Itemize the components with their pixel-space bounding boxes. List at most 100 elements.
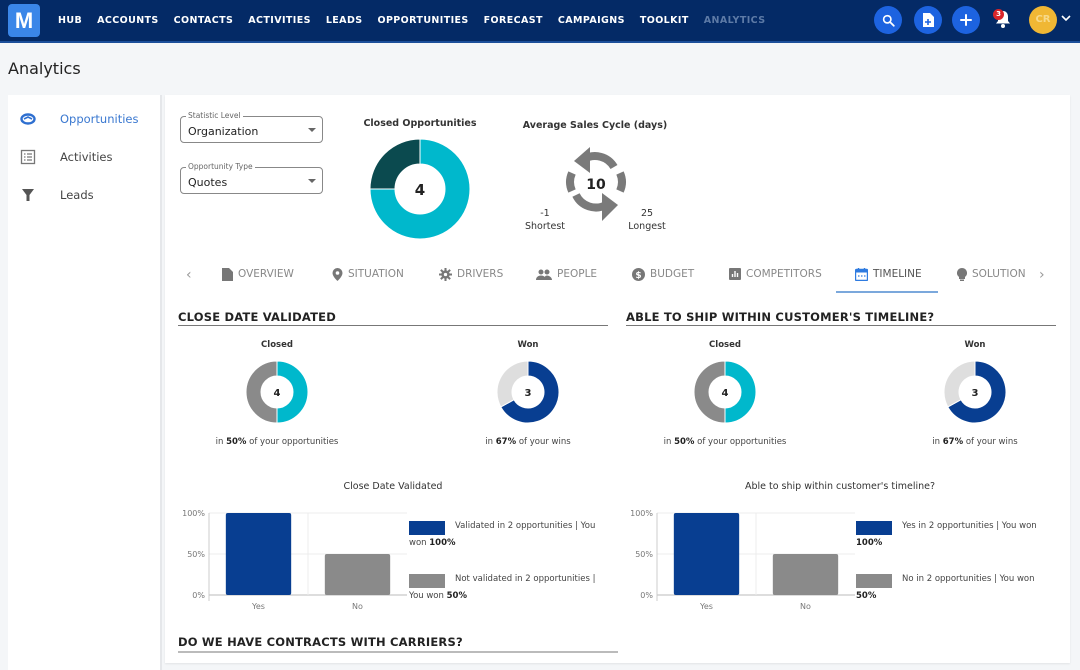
section-heading-ship-timeline: ABLE TO SHIP WITHIN CUSTOMER'S TIMELINE? bbox=[626, 310, 935, 324]
closed-donut-caption: in 50% of your opportunities bbox=[187, 437, 367, 447]
tab-solution[interactable]: SOLUTION bbox=[957, 257, 1026, 291]
y-tick-label: 100% bbox=[182, 509, 205, 518]
statistic-level-label: Statistic Level bbox=[186, 111, 243, 120]
caption-suffix: of your wins bbox=[516, 437, 571, 447]
shortest-label: Shortest bbox=[524, 221, 565, 232]
caption-percent: 50% bbox=[226, 437, 247, 447]
opportunity-type-select[interactable]: Opportunity Type Quotes bbox=[180, 162, 323, 194]
map-pin-icon bbox=[332, 267, 343, 281]
nav-hub[interactable]: HUB bbox=[58, 15, 82, 26]
nav-contacts[interactable]: CONTACTS bbox=[174, 15, 234, 26]
tab-situation[interactable]: SITUATION bbox=[332, 257, 404, 291]
nav-accounts[interactable]: ACCOUNTS bbox=[97, 15, 159, 26]
notification-badge: 3 bbox=[993, 9, 1004, 20]
tab-timeline[interactable]: TIMELINE bbox=[855, 257, 922, 291]
nav-campaigns[interactable]: CAMPAIGNS bbox=[558, 15, 625, 26]
closed-donut-value: 4 bbox=[722, 388, 729, 399]
user-avatar[interactable]: CR bbox=[1029, 6, 1057, 34]
avg-sales-cycle-value: 10 bbox=[586, 177, 606, 193]
section-heading-close-date: CLOSE DATE VALIDATED bbox=[178, 310, 336, 324]
closed-opportunities-title: Closed Opportunities bbox=[363, 118, 477, 129]
analytics-tabs: OVERVIEW SITUATION DRIVERS PEOPLE $ BUDG… bbox=[165, 257, 1070, 291]
tab-competitors[interactable]: COMPETITORS bbox=[729, 257, 822, 291]
statistic-level-select[interactable]: Statistic Level Organization bbox=[180, 111, 323, 143]
sidebar-item-label: Leads bbox=[60, 188, 94, 202]
statistic-level-value: Organization bbox=[188, 125, 259, 138]
opportunity-type-label: Opportunity Type bbox=[186, 162, 255, 171]
new-document-icon bbox=[923, 13, 934, 27]
legend-text: No in 2 opportunities | You won bbox=[902, 574, 1035, 584]
longest-value: 25 bbox=[640, 208, 654, 219]
search-button[interactable] bbox=[874, 6, 902, 34]
won-donut-caption: in 67% of your wins bbox=[885, 437, 1065, 447]
sidebar-item-activities[interactable]: Activities bbox=[8, 144, 158, 170]
list-icon bbox=[20, 149, 36, 165]
donut-segment-lost bbox=[369, 138, 421, 190]
nav-activities[interactable]: ACTIVITIES bbox=[248, 15, 311, 26]
closed-donut-caption: in 50% of your opportunities bbox=[635, 437, 815, 447]
analytics-panel: Statistic Level Organization Opportunity… bbox=[165, 95, 1070, 663]
app-logo[interactable]: M bbox=[8, 4, 40, 37]
tab-label: SOLUTION bbox=[972, 268, 1026, 280]
closed-opportunities-donut: 4 bbox=[369, 138, 471, 240]
tab-budget[interactable]: $ BUDGET bbox=[632, 257, 694, 291]
closed-donut-chart: 4 bbox=[693, 360, 757, 424]
caption-percent: 67% bbox=[495, 437, 517, 447]
bar-no bbox=[324, 554, 391, 595]
closed-opportunities-value: 4 bbox=[415, 181, 425, 199]
legend-item-no: Not validated in 2 opportunities | You w… bbox=[409, 571, 609, 605]
tab-overview[interactable]: OVERVIEW bbox=[222, 257, 294, 291]
nav-forecast[interactable]: FORECAST bbox=[484, 15, 543, 26]
donut-segment-other bbox=[496, 360, 529, 408]
tab-label: BUDGET bbox=[650, 268, 695, 280]
caret-down-icon bbox=[308, 128, 316, 132]
gear-icon bbox=[439, 267, 452, 281]
opportunity-type-value: Quotes bbox=[188, 176, 228, 189]
tabs-scroll-right-button[interactable]: › bbox=[1039, 267, 1045, 283]
funnel-icon bbox=[22, 189, 34, 201]
close-date-bar-chart: 0% 50% 100% Yes No bbox=[182, 509, 407, 611]
legend-percent: 50% bbox=[446, 591, 467, 601]
caption-suffix: of your opportunities bbox=[694, 437, 787, 447]
legend-item-yes: Validated in 2 opportunities | You won 1… bbox=[409, 518, 609, 552]
main-nav: HUB ACCOUNTS CONTACTS ACTIVITIES LEADS O… bbox=[58, 0, 780, 40]
donut-segment-other bbox=[693, 360, 726, 424]
bar-chart-title: Able to ship within customer's timeline? bbox=[744, 481, 936, 492]
tab-label: OVERVIEW bbox=[238, 268, 294, 280]
won-donut-caption: in 67% of your wins bbox=[438, 437, 618, 447]
legend-item-yes: Yes in 2 opportunities | You won 100% bbox=[856, 518, 1056, 552]
caption-prefix: in bbox=[485, 437, 496, 447]
nav-opportunities[interactable]: OPPORTUNITIES bbox=[377, 15, 468, 26]
search-icon bbox=[882, 14, 895, 27]
plus-icon bbox=[960, 14, 972, 26]
caret-down-icon bbox=[308, 179, 316, 183]
sidebar: Opportunities Activities Leads bbox=[8, 95, 162, 670]
add-button[interactable] bbox=[952, 6, 980, 34]
donut-segment-yes bbox=[724, 360, 757, 424]
caption-prefix: in bbox=[932, 437, 943, 447]
legend-percent: 50% bbox=[856, 591, 877, 601]
tab-people[interactable]: PEOPLE bbox=[536, 257, 597, 291]
donut-segment-yes bbox=[276, 360, 309, 424]
won-donut-chart: 3 bbox=[943, 360, 1007, 424]
nav-toolkit[interactable]: TOOLKIT bbox=[640, 15, 689, 26]
caption-suffix: of your opportunities bbox=[246, 437, 339, 447]
tab-label: PEOPLE bbox=[557, 268, 598, 280]
won-donut-value: 3 bbox=[525, 388, 532, 399]
sidebar-item-leads[interactable]: Leads bbox=[8, 182, 158, 208]
caption-percent: 67% bbox=[942, 437, 964, 447]
tab-drivers[interactable]: DRIVERS bbox=[439, 257, 503, 291]
nav-analytics[interactable]: ANALYTICS bbox=[704, 15, 766, 26]
people-icon bbox=[536, 269, 552, 280]
chevron-down-icon[interactable] bbox=[1061, 14, 1071, 22]
y-tick-label: 0% bbox=[192, 591, 205, 600]
new-document-button[interactable] bbox=[914, 6, 942, 34]
closed-donut-value: 4 bbox=[274, 388, 281, 399]
won-donut-title: Won bbox=[964, 340, 986, 350]
bar-chart-title: Close Date Validated bbox=[343, 481, 443, 492]
sidebar-item-opportunities[interactable]: Opportunities bbox=[8, 106, 158, 132]
won-donut-title: Won bbox=[517, 340, 539, 350]
won-donut-chart: 3 bbox=[496, 360, 560, 424]
handshake-icon bbox=[20, 113, 36, 125]
nav-leads[interactable]: LEADS bbox=[326, 15, 363, 26]
